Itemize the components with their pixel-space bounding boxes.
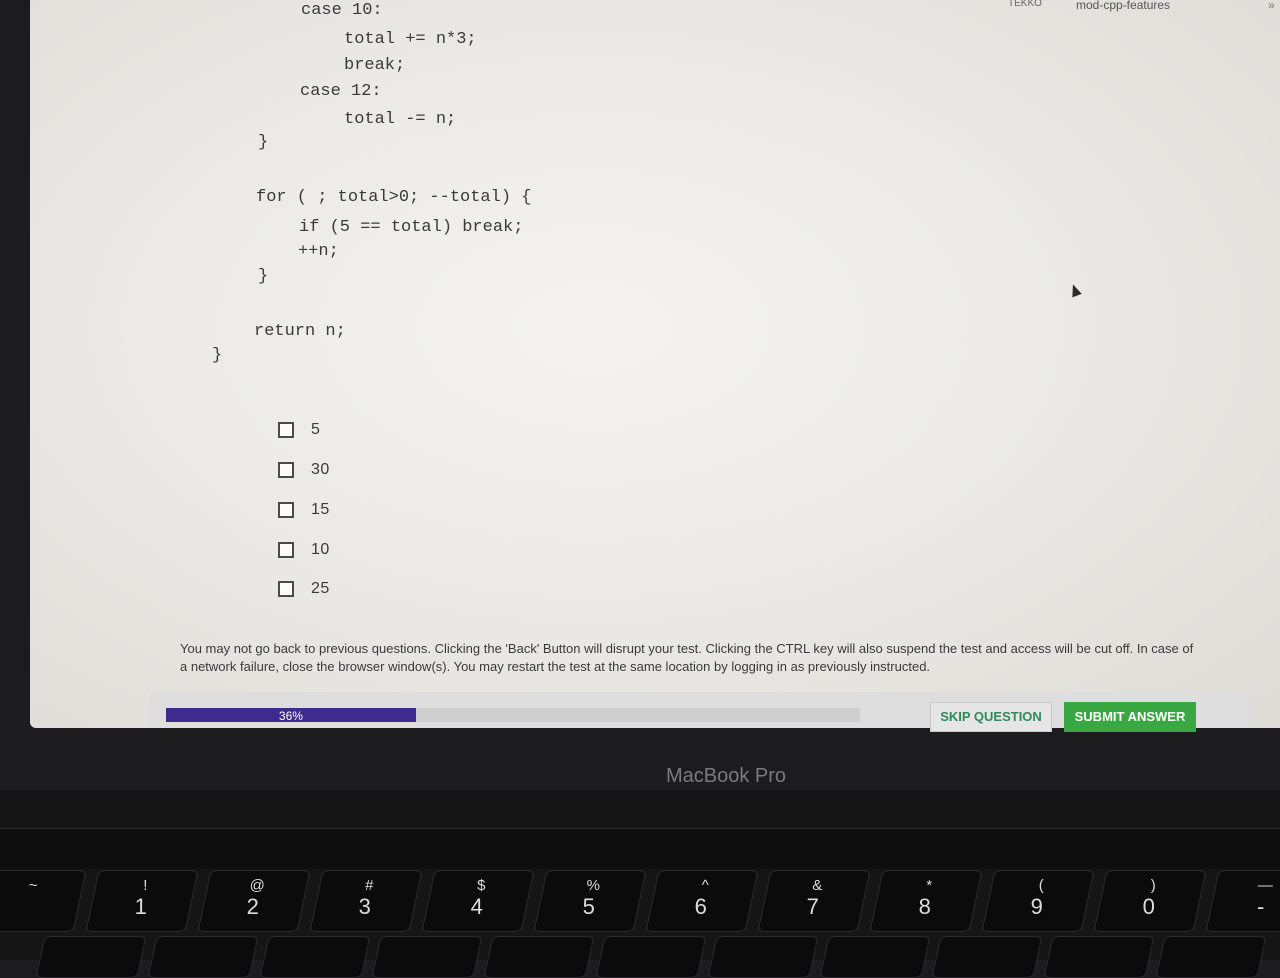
- submit-answer-button[interactable]: SUBMIT ANSWER: [1064, 702, 1196, 732]
- keyboard-key[interactable]: [483, 936, 595, 978]
- question-footer: 36% SKIP QUESTION SUBMIT ANSWER: [150, 692, 1250, 732]
- keyboard-key[interactable]: [595, 936, 707, 978]
- keyboard-key[interactable]: [931, 936, 1043, 978]
- skip-question-button[interactable]: SKIP QUESTION: [930, 702, 1052, 732]
- code-line: if (5 == total) break;: [299, 218, 524, 237]
- checkbox[interactable]: [278, 542, 294, 558]
- code-line: }: [258, 267, 269, 286]
- key-symbol: 6: [694, 894, 707, 919]
- keyboard-key[interactable]: @2: [197, 870, 311, 932]
- answer-option-label: 15: [311, 501, 330, 518]
- keyboard-key[interactable]: ! 1: [85, 870, 199, 932]
- code-line: break;: [344, 56, 406, 75]
- key-symbol: 7: [806, 894, 819, 919]
- key-shift-symbol: @: [249, 877, 265, 894]
- answer-option[interactable]: 30: [278, 459, 330, 481]
- checkbox[interactable]: [278, 502, 294, 518]
- keyboard-key[interactable]: * 8: [869, 870, 983, 932]
- code-line: total -= n;: [344, 110, 457, 129]
- key-symbol: 5: [582, 894, 595, 919]
- answer-option-label: 30: [311, 461, 330, 478]
- device-label: MacBook Pro: [666, 765, 787, 787]
- bookmark-mod-cpp-features[interactable]: mod-cpp-features: [1076, 0, 1170, 12]
- keyboard-key[interactable]: (9: [981, 870, 1095, 932]
- key-symbol: 3: [358, 894, 371, 919]
- keyboard-key[interactable]: ^ 6: [645, 870, 759, 932]
- key-symbol: 4: [470, 894, 483, 919]
- bookmarks-overflow-icon[interactable]: »: [1268, 0, 1275, 12]
- checkbox[interactable]: [278, 422, 294, 438]
- key-shift-symbol: —: [1257, 877, 1273, 894]
- checkbox[interactable]: [278, 581, 294, 597]
- key-shift-symbol: #: [365, 877, 374, 894]
- code-line: case 10:: [301, 1, 383, 20]
- checkbox[interactable]: [278, 462, 294, 478]
- keyboard-key[interactable]: [819, 936, 931, 978]
- key-symbol: -: [1257, 894, 1265, 919]
- key-symbol: 2: [246, 894, 259, 919]
- code-line: }: [212, 346, 223, 365]
- answer-option-label: 5: [311, 421, 321, 438]
- mouse-cursor-icon: [1068, 282, 1082, 298]
- answer-option-label: 25: [311, 580, 330, 597]
- key-shift-symbol: $: [477, 877, 486, 894]
- keyboard-key[interactable]: ~: [0, 870, 87, 932]
- answer-option[interactable]: 25: [278, 578, 330, 600]
- code-line: case 12:: [300, 82, 382, 101]
- bookmarks-bar: TEKKO mod-cpp-features »: [930, 0, 1280, 14]
- keyboard-key[interactable]: #3: [309, 870, 423, 932]
- keyboard-key[interactable]: [259, 936, 371, 978]
- touch-bar: [0, 828, 1280, 869]
- keyboard-key[interactable]: [1155, 936, 1267, 978]
- keyboard-key[interactable]: [147, 936, 259, 978]
- keyboard-key[interactable]: [707, 936, 819, 978]
- bookmark-tekko[interactable]: TEKKO: [1008, 0, 1042, 9]
- keyboard-key[interactable]: [371, 936, 483, 978]
- key-shift-symbol: (: [1038, 877, 1044, 894]
- answer-option[interactable]: 15: [278, 499, 330, 521]
- keyboard-key[interactable]: [35, 936, 147, 978]
- keyboard-key[interactable]: % 5: [533, 870, 647, 932]
- key-shift-symbol: ~: [28, 877, 38, 894]
- code-line: total += n*3;: [344, 30, 477, 49]
- key-symbol: 9: [1030, 894, 1043, 919]
- progress-bar: 36%: [166, 708, 860, 723]
- key-shift-symbol: *: [926, 877, 933, 894]
- answer-option[interactable]: 5: [278, 419, 320, 441]
- code-line: ++n;: [298, 242, 339, 261]
- test-notice: You may not go back to previous question…: [180, 641, 1194, 674]
- code-line: }: [258, 133, 269, 152]
- keyboard-key[interactable]: [1043, 936, 1155, 978]
- key-shift-symbol: !: [143, 877, 148, 894]
- answer-option-label: 10: [311, 541, 330, 558]
- keyboard-key[interactable]: ) 0: [1093, 870, 1207, 932]
- key-shift-symbol: ^: [701, 877, 709, 894]
- key-symbol: 1: [134, 894, 147, 919]
- keyboard-key[interactable]: $4: [421, 870, 535, 932]
- keyboard-key[interactable]: — -: [1205, 870, 1280, 932]
- key-shift-symbol: %: [586, 877, 600, 894]
- key-shift-symbol: ): [1150, 877, 1156, 894]
- keyboard-key[interactable]: & 7: [757, 870, 871, 932]
- key-shift-symbol: &: [812, 877, 823, 894]
- answer-option[interactable]: 10: [278, 539, 330, 561]
- code-line: for ( ; total>0; --total) {: [256, 188, 532, 207]
- key-symbol: 8: [918, 894, 931, 919]
- code-line: return n;: [254, 322, 346, 341]
- key-symbol: 0: [1142, 894, 1155, 919]
- progress-fill: 36%: [166, 708, 416, 723]
